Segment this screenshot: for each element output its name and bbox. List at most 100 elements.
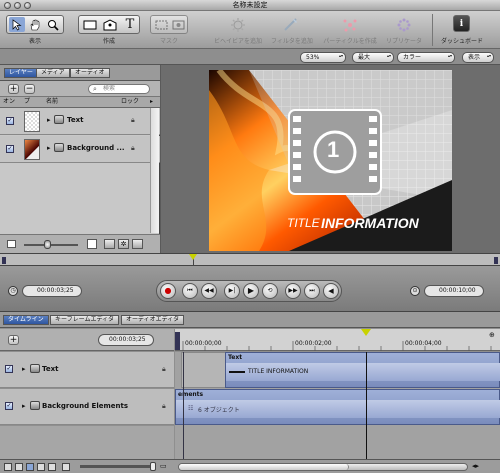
timeline-layer-row[interactable]: ✓ ▸ Background Elements 🔒︎ (0, 389, 174, 425)
track-enable-checkbox[interactable]: ✓ (5, 365, 13, 373)
dashboard-button[interactable]: i (453, 15, 470, 32)
timeline-add-button[interactable]: + (8, 335, 19, 345)
bezier-tool-icon[interactable] (101, 17, 119, 32)
background-clip-bar[interactable]: ements ☷ 6 オブジェクト (175, 389, 500, 425)
toolbar-divider (432, 14, 433, 46)
lock-icon[interactable]: 🔒︎ (162, 365, 166, 374)
lock-icon[interactable]: 🔒︎ (131, 144, 135, 153)
zoom-window-button[interactable] (24, 2, 31, 9)
out-point-marker[interactable] (494, 257, 498, 264)
layer-row[interactable]: ✓ ▸ Text 🔒︎ (0, 108, 160, 135)
zoom-out-icon[interactable]: ▭ (160, 462, 167, 470)
rectangle-mask-tool-icon[interactable] (153, 17, 169, 32)
small-thumbnail-icon[interactable] (7, 240, 16, 248)
playhead-line[interactable] (366, 352, 367, 459)
tab-layers[interactable]: レイヤー (4, 68, 38, 78)
large-thumbnail-icon[interactable] (87, 239, 97, 249)
timeline-horizontal-scrollbar[interactable] (178, 463, 468, 471)
disclosure-triangle-icon[interactable]: ▸ (22, 402, 26, 410)
replicator-button[interactable] (394, 16, 414, 34)
step-backward-button[interactable]: ◀◀ (201, 283, 217, 299)
view-masks-icon[interactable] (15, 463, 23, 471)
behavior-icon[interactable]: ✲ (118, 239, 129, 249)
add-layer-button[interactable]: + (8, 84, 19, 94)
play-range-in-marker[interactable] (175, 332, 180, 350)
slider-thumb[interactable] (44, 240, 51, 249)
hand-tool-icon[interactable] (27, 17, 43, 32)
disclosure-triangle-icon[interactable]: ▸ (47, 144, 51, 152)
track-name: Background Elements (42, 402, 129, 410)
filter-icon[interactable] (132, 239, 143, 249)
track-height-slider[interactable] (80, 465, 150, 468)
tab-audio-editor[interactable]: オーディオエディタ (121, 315, 185, 325)
play-button[interactable]: ▶ (243, 283, 259, 299)
make-particles-button[interactable] (340, 16, 360, 34)
remove-layer-button[interactable]: − (24, 84, 35, 94)
scrollbar-thumb[interactable] (179, 464, 349, 470)
text-tool-icon[interactable]: T (121, 17, 139, 32)
zoom-slider-icon[interactable]: ◂▸ (472, 462, 479, 470)
color-channel-popup[interactable]: カラー (397, 52, 455, 63)
playhead-handle[interactable] (361, 329, 371, 336)
track-area[interactable]: Text TITLE INFORMATION ements ☷ 6 オブジェクト (175, 352, 500, 459)
duration-field[interactable]: 00:00:10;00 (424, 285, 484, 297)
go-to-start-button[interactable]: ⏮ (182, 283, 198, 299)
duration-clock-icon: ⊙ (410, 286, 420, 296)
close-window-button[interactable] (4, 2, 11, 9)
text-clip-bar[interactable]: Text TITLE INFORMATION (225, 352, 500, 388)
clip-header: Text (228, 354, 243, 361)
mask-tools-label: マスク (159, 38, 178, 45)
minimize-window-button[interactable] (14, 2, 21, 9)
track-enable-checkbox[interactable]: ✓ (5, 402, 13, 410)
layers-search-field[interactable]: ⌕ 検索 (88, 84, 150, 94)
timeline-layer-row[interactable]: ✓ ▸ Text 🔒︎ (0, 352, 174, 388)
record-button[interactable]: ● (160, 283, 176, 299)
mini-timeline[interactable] (0, 253, 500, 267)
thumbnail-size-slider[interactable] (24, 244, 78, 246)
step-forward-button[interactable]: ▶▶ (285, 283, 301, 299)
tab-audio[interactable]: オーディオ (70, 68, 110, 78)
add-filter-button[interactable] (281, 16, 301, 34)
play-from-start-button[interactable]: ▶| (224, 283, 240, 299)
track-height-thumb[interactable] (150, 462, 156, 471)
new-group-icon[interactable] (104, 239, 115, 249)
in-point-marker[interactable] (2, 257, 6, 264)
disclosure-triangle-icon[interactable]: ▸ (47, 116, 51, 124)
rectangle-tool-icon[interactable] (81, 17, 99, 32)
audio-button[interactable]: ◀ (323, 283, 339, 299)
view-behaviors-icon[interactable] (26, 463, 34, 471)
render-quality-popup[interactable]: 最大 (352, 52, 394, 63)
tab-keyframe-editor[interactable]: キーフレームエディタ (50, 315, 120, 325)
lock-icon[interactable]: 🔒︎ (131, 116, 135, 125)
layers-scrollbar[interactable] (150, 108, 159, 233)
timeline-ruler[interactable]: 00:00:00;00 00:00:02;00 00:00:04;00 ⊕ (175, 329, 500, 351)
bezier-mask-tool-icon[interactable] (170, 17, 186, 32)
layer-thumbnail (24, 139, 40, 160)
mini-playhead-handle[interactable] (189, 254, 197, 260)
go-to-end-button[interactable]: ⏭ (304, 283, 320, 299)
magnifier-tool-icon[interactable] (45, 17, 61, 32)
lock-icon[interactable]: 🔒︎ (162, 402, 166, 411)
canvas-frame[interactable]: 1 TITLE INFORMATION (209, 70, 452, 251)
view-keyframes-icon[interactable] (48, 463, 56, 471)
layer-enable-checkbox[interactable]: ✓ (6, 117, 14, 125)
timeline-current-time-field[interactable]: 00:00:03;25 (98, 334, 154, 346)
zoom-icon[interactable]: ⊕ (489, 331, 495, 339)
view-audio-icon[interactable] (62, 463, 70, 471)
make-particles-label: パーティクルを作成 (323, 38, 377, 45)
layer-row[interactable]: ✓ ▸ Background ... 🔒︎ (0, 136, 160, 163)
zoom-level-popup[interactable]: 53% (300, 52, 346, 63)
view-layers-icon[interactable] (4, 463, 12, 471)
search-icon: ⌕ (93, 85, 97, 93)
view-filters-icon[interactable] (37, 463, 45, 471)
loop-button[interactable]: ⟲ (262, 283, 278, 299)
view-options-popup[interactable]: 表示 (462, 52, 494, 63)
tab-media[interactable]: メディア (36, 68, 70, 78)
current-time-field[interactable]: 00:00:03;25 (22, 285, 82, 297)
layer-enable-checkbox[interactable]: ✓ (6, 145, 14, 153)
add-behavior-button[interactable] (228, 16, 248, 34)
tab-timeline[interactable]: タイムライン (3, 315, 49, 325)
select-tool-icon[interactable] (9, 17, 25, 32)
column-scroll-arrow-icon[interactable]: ▸ (150, 97, 153, 107)
disclosure-triangle-icon[interactable]: ▸ (22, 365, 26, 373)
